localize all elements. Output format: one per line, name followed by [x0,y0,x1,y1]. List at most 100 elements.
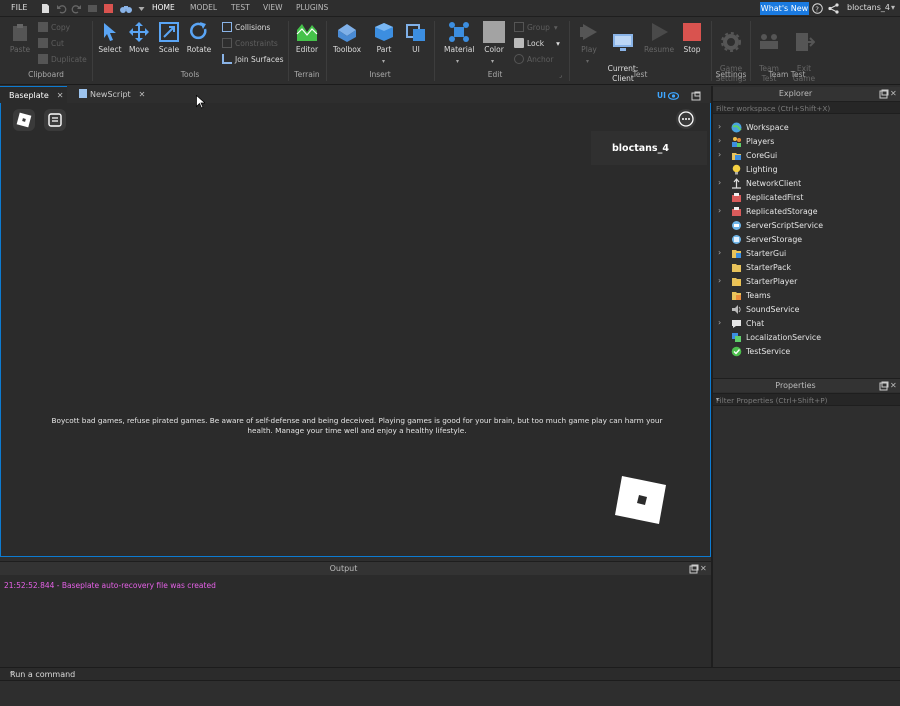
status-bar [0,681,900,706]
tab-baseplate[interactable]: Baseplate ✕ [0,86,67,103]
chevron-down-icon[interactable]: ▾ [382,58,385,65]
whats-new-button[interactable]: What's New [760,2,809,15]
eye-icon[interactable] [668,92,679,100]
cut-button[interactable]: Cut [38,38,64,50]
undo-icon[interactable] [56,3,67,14]
stop-quick-icon[interactable] [103,3,114,14]
explorer-item-serverstorage[interactable]: ServerStorage [713,232,900,246]
new-file-icon[interactable] [40,3,51,14]
stop-button[interactable]: Stop [680,21,704,54]
restore-window-icon[interactable] [689,564,699,574]
chevron-right-icon[interactable]: › [718,248,721,257]
group-button[interactable]: Group ▾ [514,22,558,34]
close-icon[interactable]: ✕ [139,90,146,99]
material-button[interactable]: Material [444,21,474,54]
copy-button[interactable]: Copy [38,22,70,34]
output-log[interactable]: 21:52:52.844 - Baseplate auto-recovery f… [0,575,711,667]
explorer-item-workspace[interactable]: › Workspace [713,120,900,134]
toolbox-button[interactable]: Toolbox [331,21,363,54]
chevron-down-icon[interactable]: ▾ [10,670,895,677]
move-button[interactable]: Move [126,21,152,54]
chevron-right-icon[interactable]: › [718,122,721,131]
select-button[interactable]: Select [97,21,123,54]
ui-visibility-toggle[interactable]: UI [657,91,666,100]
properties-list[interactable] [713,406,900,667]
chevron-right-icon[interactable]: › [718,276,721,285]
properties-filter-input[interactable]: Filter Properties (Ctrl+Shift+P) ▾ [713,393,900,406]
binoculars-icon[interactable] [119,3,133,14]
help-icon[interactable]: ? [812,3,823,14]
explorer-item-teams[interactable]: Teams [713,288,900,302]
close-icon[interactable]: ✕ [890,89,897,98]
tab-view[interactable]: VIEW [263,3,283,12]
username[interactable]: bloctans_4 [847,3,890,12]
anchor-button[interactable]: Anchor [514,54,553,66]
tab-plugins[interactable]: PLUGINS [296,3,328,12]
redo-icon[interactable] [71,3,82,14]
roblox-menu-button[interactable] [13,109,35,131]
publish-icon[interactable] [87,3,98,14]
collisions-button[interactable]: Collisions [222,22,270,34]
chevron-right-icon[interactable]: › [718,206,721,215]
explorer-item-soundservice[interactable]: SoundService [713,302,900,316]
lock-button[interactable]: Lock ▾ [514,38,560,50]
color-button[interactable]: Color [481,21,507,54]
tab-model[interactable]: MODEL [190,3,217,12]
explorer-item-replicatedfirst[interactable]: ReplicatedFirst [713,190,900,204]
explorer-item-networkclient[interactable]: › NetworkClient [713,176,900,190]
explorer-item-coregui[interactable]: › CoreGui [713,148,900,162]
restore-window-icon[interactable] [691,91,701,101]
explorer-item-starterpack[interactable]: StarterPack [713,260,900,274]
explorer-item-starterplayer[interactable]: › StarterPlayer [713,274,900,288]
chevron-down-icon[interactable]: ▾ [491,58,494,65]
restore-window-icon[interactable] [879,89,889,99]
chevron-down-icon[interactable]: ▾ [456,58,459,65]
chevron-right-icon[interactable]: › [718,178,721,187]
more-options-button[interactable] [676,109,696,129]
play-button[interactable]: Play [575,21,603,54]
chevron-right-icon[interactable]: › [718,318,721,327]
explorer-item-lighting[interactable]: Lighting [713,162,900,176]
paste-button[interactable]: Paste [8,21,32,54]
command-bar[interactable]: Run a command ▾ [0,667,900,681]
close-icon[interactable]: ✕ [57,91,64,100]
share-icon[interactable] [828,3,839,14]
explorer-item-startergui[interactable]: › StarterGui [713,246,900,260]
game-viewport[interactable]: bloctans_4 Boycott bad games, refuse pir… [0,103,711,557]
chevron-right-icon[interactable]: › [718,136,721,145]
chat-toggle-button[interactable] [44,109,66,131]
file-menu[interactable]: FILE [11,3,27,12]
duplicate-button[interactable]: Duplicate [38,54,87,66]
explorer-filter-input[interactable]: Filter workspace (Ctrl+Shift+X) [713,101,900,114]
explorer-item-localizationservice[interactable]: LocalizationService [713,330,900,344]
restore-window-icon[interactable] [879,381,889,391]
constraints-button[interactable]: Constraints [222,38,278,50]
close-icon[interactable]: ✕ [700,564,707,573]
quick-access-dropdown-icon[interactable] [136,3,145,14]
resume-button[interactable]: Resume [644,21,674,54]
chevron-down-icon[interactable]: ▾ [716,396,896,403]
chevron-right-icon[interactable]: › [718,150,721,159]
tab-home[interactable]: HOME [148,0,179,15]
tree-label: StarterPlayer [746,277,798,286]
player-list[interactable]: bloctans_4 [591,131,707,165]
dialog-launcher-icon[interactable]: ⌟ [559,72,562,79]
chevron-down-icon[interactable]: ▾ [891,3,895,12]
ui-insert-button[interactable]: UI [404,21,428,54]
explorer-item-players[interactable]: › Players [713,134,900,148]
explorer-item-chat[interactable]: › Chat [713,316,900,330]
tab-newscript[interactable]: NewScript ✕ [70,86,146,103]
part-button[interactable]: Part [372,21,396,54]
tab-test[interactable]: TEST [231,3,250,12]
explorer-item-serverscriptservice[interactable]: ServerScriptService [713,218,900,232]
close-icon[interactable]: ✕ [890,381,897,390]
scale-button[interactable]: Scale [156,21,182,54]
rotate-button[interactable]: Rotate [186,21,212,54]
team-icon [760,34,778,49]
explorer-item-replicatedstorage[interactable]: › ReplicatedStorage [713,204,900,218]
terrain-editor-button[interactable]: Editor [293,21,321,54]
script-icon [79,89,87,98]
chevron-down-icon[interactable]: ▾ [586,58,589,65]
explorer-item-testservice[interactable]: TestService [713,344,900,358]
join-surfaces-button[interactable]: Join Surfaces [222,54,284,66]
